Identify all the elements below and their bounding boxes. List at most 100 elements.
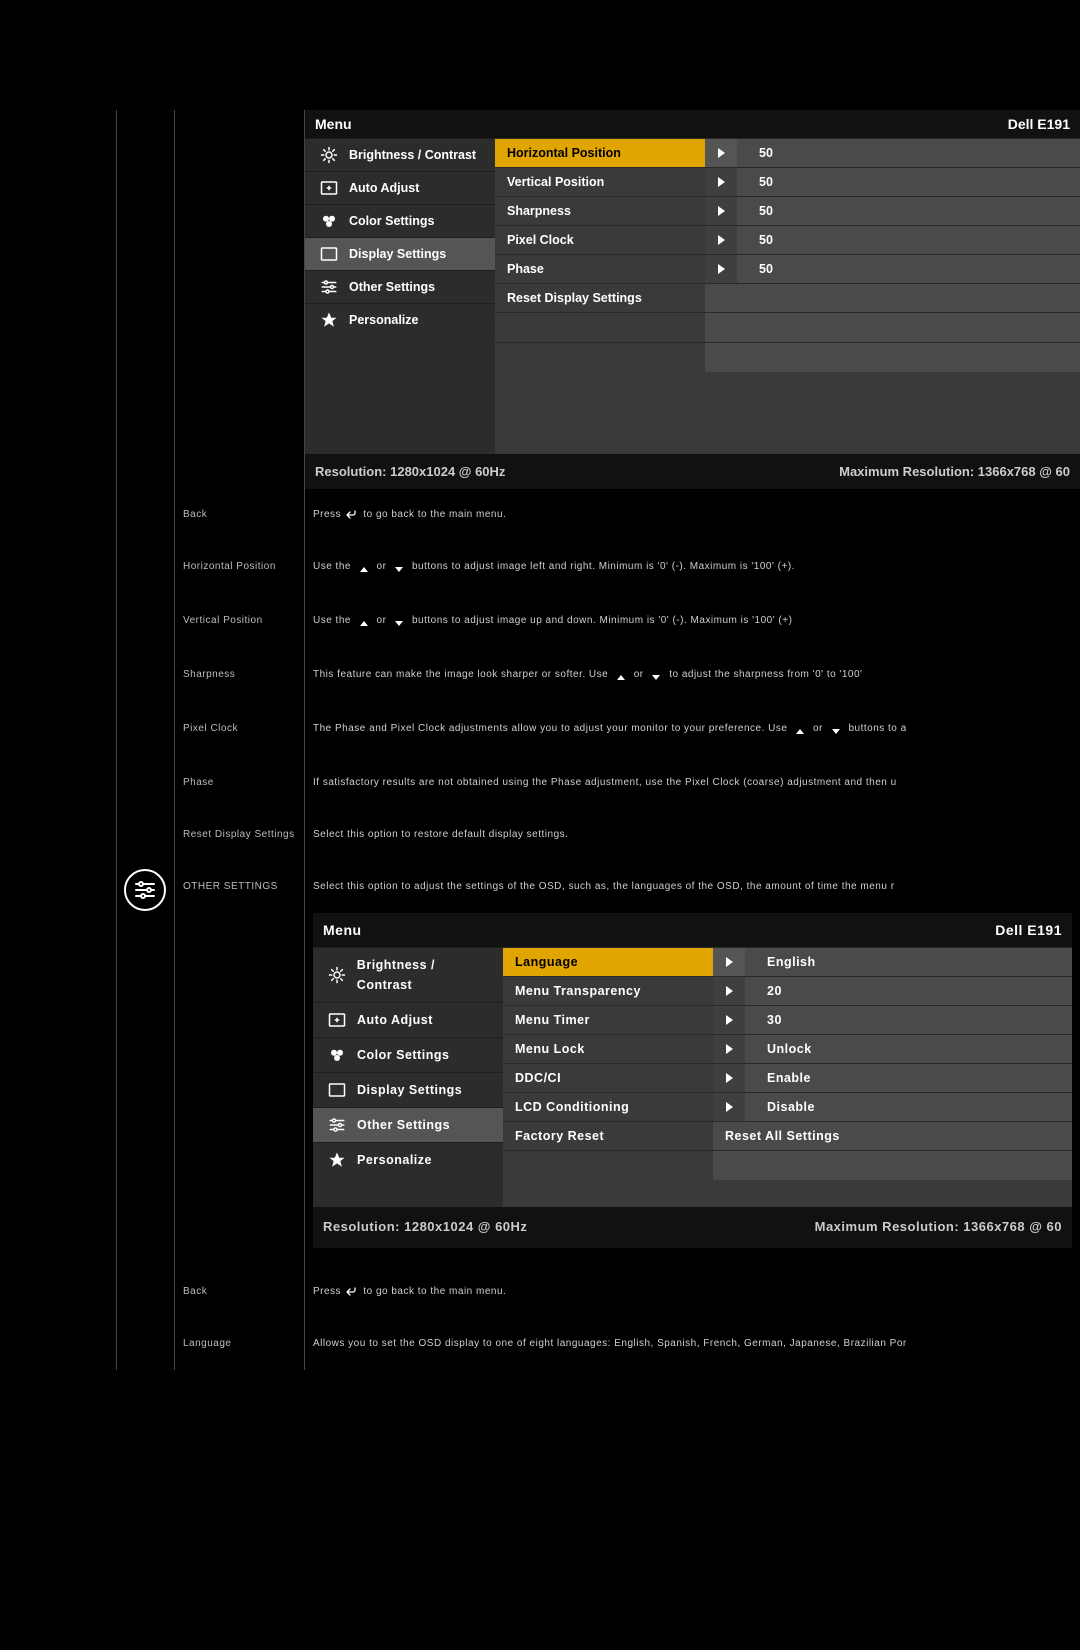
row-desc-back-2: Press to go back to the main menu. xyxy=(305,1266,1080,1318)
submenu-value: 50 xyxy=(737,139,1080,167)
osd-footer: Resolution: 1280x1024 @ 60HzMaximum Reso… xyxy=(305,454,1080,489)
row-desc-vertical-position: Use the or buttons to adjust image up an… xyxy=(305,595,1080,649)
up-arrow-icon xyxy=(356,616,371,631)
submenu-row[interactable]: DDC/CIEnable xyxy=(503,1063,1072,1092)
color-icon xyxy=(319,212,339,230)
submenu-row[interactable]: Phase50 xyxy=(495,254,1080,283)
submenu-arrow-icon[interactable] xyxy=(713,977,745,1005)
down-arrow-icon xyxy=(392,562,407,577)
down-arrow-icon xyxy=(649,670,664,685)
osd-nav-auto[interactable]: Auto Adjust xyxy=(305,171,495,204)
brightness-icon xyxy=(319,146,339,164)
row-label-vertical-position: Vertical Position xyxy=(175,595,305,649)
submenu-value: 50 xyxy=(737,197,1080,225)
row-desc-pixel-clock: The Phase and Pixel Clock adjustments al… xyxy=(305,703,1080,757)
submenu-row[interactable]: Sharpness 50 xyxy=(495,196,1080,225)
submenu-arrow-icon[interactable] xyxy=(713,1006,745,1034)
submenu-row[interactable]: Vertical Position 50 xyxy=(495,167,1080,196)
osd-max-resolution: Maximum Resolution: 1366x768 @ 60 xyxy=(839,464,1070,479)
osd-nav: Brightness / ContrastAuto Adjust Color Se… xyxy=(305,138,495,454)
submenu-label: Menu Timer xyxy=(503,1010,713,1030)
osd-resolution: Resolution: 1280x1024 @ 60Hz xyxy=(323,1217,527,1238)
submenu-label: Sharpness xyxy=(495,204,705,218)
osd-nav-brightness[interactable]: Brightness / Contrast xyxy=(305,138,495,171)
submenu-value: Unlock xyxy=(745,1035,1072,1063)
submenu-value: Enable xyxy=(745,1064,1072,1092)
row-label-reset-display-settings: Reset Display Settings xyxy=(175,809,305,861)
submenu-value xyxy=(705,284,1080,312)
submenu-arrow-icon[interactable] xyxy=(705,197,737,225)
osd-model: Dell E191 xyxy=(995,919,1062,941)
submenu-value: 50 xyxy=(737,168,1080,196)
submenu-label: Horizontal Position xyxy=(495,139,705,167)
osd-nav-other[interactable]: Other Settings xyxy=(305,270,495,303)
submenu-arrow-icon[interactable] xyxy=(705,139,737,167)
color-icon xyxy=(327,1046,347,1064)
osd-nav-brightness[interactable]: Brightness / Contrast xyxy=(313,947,503,1002)
submenu-value: Disable xyxy=(745,1093,1072,1121)
down-arrow-icon xyxy=(828,724,843,739)
osd-header: MenuDell E191 xyxy=(313,913,1072,947)
osd-submenu: Horizontal Position 50 Vertical Position 50… xyxy=(495,138,1080,454)
osd-nav-label: Color Settings xyxy=(357,1045,449,1065)
osd-max-resolution: Maximum Resolution: 1366x768 @ 60 xyxy=(815,1217,1062,1238)
osd-nav-auto[interactable]: Auto Adjust xyxy=(313,1002,503,1037)
back-icon xyxy=(343,1285,358,1300)
row-desc-other-settings: Select this option to adjust the setting… xyxy=(305,861,1080,1266)
up-arrow-icon xyxy=(793,724,808,739)
submenu-row[interactable]: Factory ResetReset All Settings xyxy=(503,1121,1072,1150)
submenu-label: Reset Display Settings xyxy=(495,291,705,305)
submenu-value: Reset All Settings xyxy=(713,1122,1072,1150)
display-icon xyxy=(327,1081,347,1099)
osd-nav-label: Display Settings xyxy=(357,1080,462,1100)
submenu-arrow-icon[interactable] xyxy=(713,1064,745,1092)
submenu-label: LCD Conditioning xyxy=(503,1097,713,1117)
submenu-value: 50 xyxy=(737,255,1080,283)
osd-other-settings-panel: MenuDell E191 Brightness / Contrast Auto A… xyxy=(313,913,1072,1248)
osd-nav-color[interactable]: Color Settings xyxy=(313,1037,503,1072)
submenu-arrow-icon[interactable] xyxy=(705,168,737,196)
submenu-value: 50 xyxy=(737,226,1080,254)
row-label-back-2: Back xyxy=(175,1266,305,1318)
osd-display-settings-panel: MenuDell E191Brightness / ContrastAuto A… xyxy=(305,110,1080,489)
submenu-row-blank xyxy=(495,342,1080,372)
submenu-arrow-icon[interactable] xyxy=(705,255,737,283)
other-settings-section-icon xyxy=(124,869,166,911)
osd-nav-label: Personalize xyxy=(357,1150,432,1170)
submenu-arrow-icon[interactable] xyxy=(713,1035,745,1063)
osd-nav-display[interactable]: Display Settings xyxy=(305,237,495,270)
osd-header: MenuDell E191 xyxy=(305,110,1080,138)
row-label-horizontal-position: Horizontal Position xyxy=(175,541,305,595)
submenu-row[interactable]: LCD Conditioning Disable xyxy=(503,1092,1072,1121)
osd-nav-personalize[interactable]: Personalize xyxy=(313,1142,503,1177)
submenu-row[interactable]: LanguageEnglish xyxy=(503,947,1072,976)
other-icon xyxy=(327,1116,347,1134)
submenu-row[interactable]: Menu Transparency20 xyxy=(503,976,1072,1005)
osd-nav-label: Color Settings xyxy=(349,214,434,228)
submenu-row[interactable]: Menu Timer30 xyxy=(503,1005,1072,1034)
osd-nav-other[interactable]: Other Settings xyxy=(313,1107,503,1142)
osd-nav-label: Brightness / Contrast xyxy=(357,955,493,995)
row-label-sharpness: Sharpness xyxy=(175,649,305,703)
submenu-row[interactable]: Menu LockUnlock xyxy=(503,1034,1072,1063)
osd-nav-label: Auto Adjust xyxy=(357,1010,433,1030)
submenu-label: Factory Reset xyxy=(503,1126,713,1146)
osd-nav-display[interactable]: Display Settings xyxy=(313,1072,503,1107)
row-label-language: Language xyxy=(175,1318,305,1370)
row-label-other-settings: OTHER SETTINGS xyxy=(175,861,305,1266)
submenu-arrow-icon[interactable] xyxy=(713,948,745,976)
osd-nav: Brightness / Contrast Auto Adjust Color Se… xyxy=(313,947,503,1207)
submenu-row[interactable]: Pixel Clock50 xyxy=(495,225,1080,254)
submenu-arrow-icon[interactable] xyxy=(713,1093,745,1121)
osd-nav-color[interactable]: Color Settings xyxy=(305,204,495,237)
submenu-label: Vertical Position xyxy=(495,175,705,189)
submenu-row[interactable]: Reset Display Settings xyxy=(495,283,1080,312)
osd-nav-label: Other Settings xyxy=(349,280,435,294)
up-arrow-icon xyxy=(613,670,628,685)
submenu-arrow-icon[interactable] xyxy=(705,226,737,254)
osd-nav-personalize[interactable]: Personalize xyxy=(305,303,495,336)
submenu-row-blank xyxy=(495,312,1080,342)
submenu-row[interactable]: Horizontal Position 50 xyxy=(495,138,1080,167)
submenu-value: English xyxy=(745,948,1072,976)
brightness-icon xyxy=(327,966,347,984)
